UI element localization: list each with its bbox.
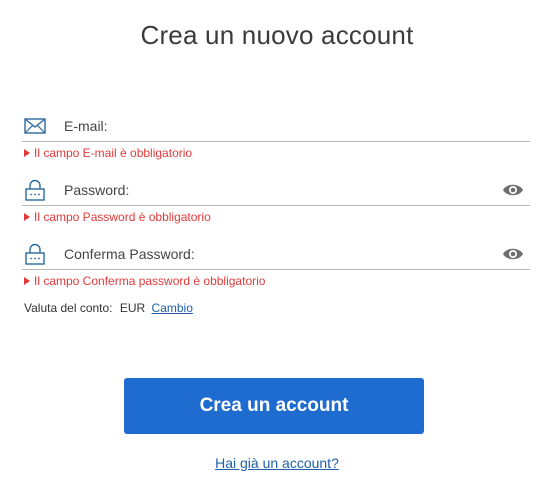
create-account-button[interactable]: Crea un account bbox=[124, 378, 424, 434]
confirm-password-error: Il campo Conferma password è obbligatori… bbox=[24, 274, 265, 288]
confirm-password-error-text: Il campo Conferma password è obbligatori… bbox=[34, 274, 266, 288]
lock-icon bbox=[24, 179, 46, 201]
error-arrow-icon bbox=[24, 213, 30, 221]
email-label: E-mail: bbox=[64, 118, 108, 134]
password-error-text: Il campo Password è obbligatorio bbox=[34, 210, 211, 224]
email-error: Il campo E-mail è obbligatorio bbox=[24, 146, 192, 160]
currency-value: EUR bbox=[119, 301, 146, 315]
error-arrow-icon bbox=[24, 149, 30, 157]
password-error: Il campo Password è obbligatorio bbox=[24, 210, 211, 224]
envelope-icon bbox=[24, 115, 46, 137]
error-arrow-icon bbox=[24, 277, 30, 285]
change-currency-link[interactable]: Cambio bbox=[152, 301, 193, 315]
lock-icon bbox=[24, 243, 46, 265]
existing-account-link[interactable]: Hai già un account? bbox=[215, 455, 339, 471]
currency-label: Valuta del conto: bbox=[24, 301, 113, 315]
eye-icon[interactable] bbox=[502, 181, 524, 199]
confirm-password-field[interactable]: Conferma Password: bbox=[22, 239, 530, 270]
login-link-container: Hai già un account? bbox=[0, 455, 554, 471]
email-field[interactable]: E-mail: bbox=[22, 111, 530, 142]
eye-icon[interactable] bbox=[502, 245, 524, 263]
account-currency: Valuta del conto: EUR Cambio bbox=[24, 301, 193, 315]
page-title: Crea un nuovo account bbox=[140, 20, 414, 50]
password-field[interactable]: Password: bbox=[22, 175, 530, 206]
email-error-text: Il campo E-mail è obbligatorio bbox=[34, 146, 193, 160]
password-label: Password: bbox=[64, 182, 130, 198]
confirm-password-label: Conferma Password: bbox=[64, 246, 195, 262]
